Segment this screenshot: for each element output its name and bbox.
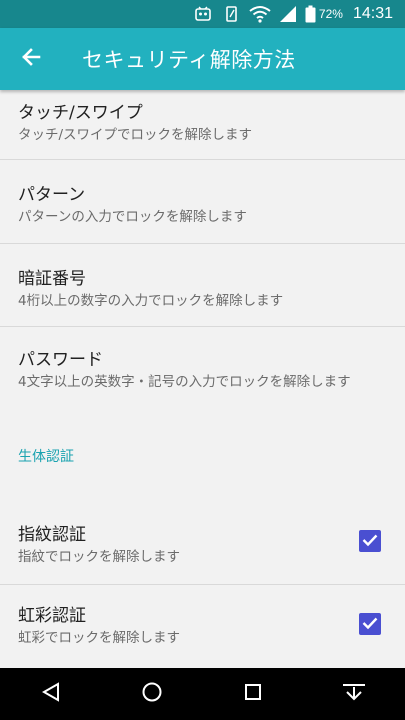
item-subtitle: 4文字以上の英数字・記号の入力でロックを解除します [18, 374, 351, 390]
list-item-iris[interactable]: 虹彩認証 虹彩でロックを解除します [0, 585, 405, 668]
item-title: パターン [18, 185, 86, 205]
battery-icon [305, 5, 316, 23]
list-item-touch-swipe[interactable]: タッチ/スワイプ タッチ/スワイプでロックを解除します [0, 90, 405, 160]
battery-indicator: 72% [305, 5, 343, 23]
wifi-icon [249, 5, 271, 23]
check-icon [362, 532, 378, 551]
notification-icon [193, 5, 213, 23]
pull-down-icon [341, 681, 367, 707]
check-icon [362, 615, 378, 634]
item-subtitle: 指紋でロックを解除します [18, 549, 180, 565]
status-bar: 72% 14:31 [0, 0, 405, 28]
arrow-left-icon [21, 47, 41, 71]
nav-recents-button[interactable] [223, 668, 283, 720]
list-item-fingerprint[interactable]: 指紋認証 指紋でロックを解除します [0, 500, 405, 585]
page-title: セキュリティ解除方法 [82, 48, 296, 72]
item-title: 虹彩認証 [18, 606, 86, 626]
square-recents-icon [243, 682, 263, 706]
item-title: 暗証番号 [18, 269, 86, 289]
list-item-pin[interactable]: 暗証番号 4桁以上の数字の入力でロックを解除します [0, 244, 405, 327]
vibrate-icon [221, 5, 241, 23]
nav-home-button[interactable] [122, 668, 182, 720]
back-button[interactable] [0, 28, 62, 90]
clock: 14:31 [352, 5, 393, 22]
nav-back-button[interactable] [21, 668, 81, 720]
item-subtitle: 4桁以上の数字の入力でロックを解除します [18, 293, 284, 309]
section-header-biometrics: 生体認証 [18, 449, 74, 465]
navigation-bar [0, 668, 405, 720]
settings-list: タッチ/スワイプ タッチ/スワイプでロックを解除します パターン パターンの入力… [0, 90, 405, 668]
cell-signal-icon [279, 5, 297, 23]
circle-home-icon [141, 681, 163, 707]
item-title: パスワード [18, 350, 103, 370]
fingerprint-checkbox[interactable] [359, 530, 381, 552]
app-bar: セキュリティ解除方法 [0, 28, 405, 90]
triangle-back-icon [40, 681, 62, 707]
iris-checkbox[interactable] [359, 613, 381, 635]
item-subtitle: 虹彩でロックを解除します [18, 630, 180, 646]
item-subtitle: タッチ/スワイプでロックを解除します [18, 127, 253, 143]
list-item-password[interactable]: パスワード 4文字以上の英数字・記号の入力でロックを解除します [0, 327, 405, 427]
battery-percent: 72% [318, 7, 343, 21]
item-subtitle: パターンの入力でロックを解除します [18, 209, 247, 225]
item-title: 指紋認証 [18, 525, 86, 545]
list-item-pattern[interactable]: パターン パターンの入力でロックを解除します [0, 160, 405, 244]
item-title: タッチ/スワイプ [18, 103, 143, 123]
nav-notifications-button[interactable] [324, 668, 384, 720]
